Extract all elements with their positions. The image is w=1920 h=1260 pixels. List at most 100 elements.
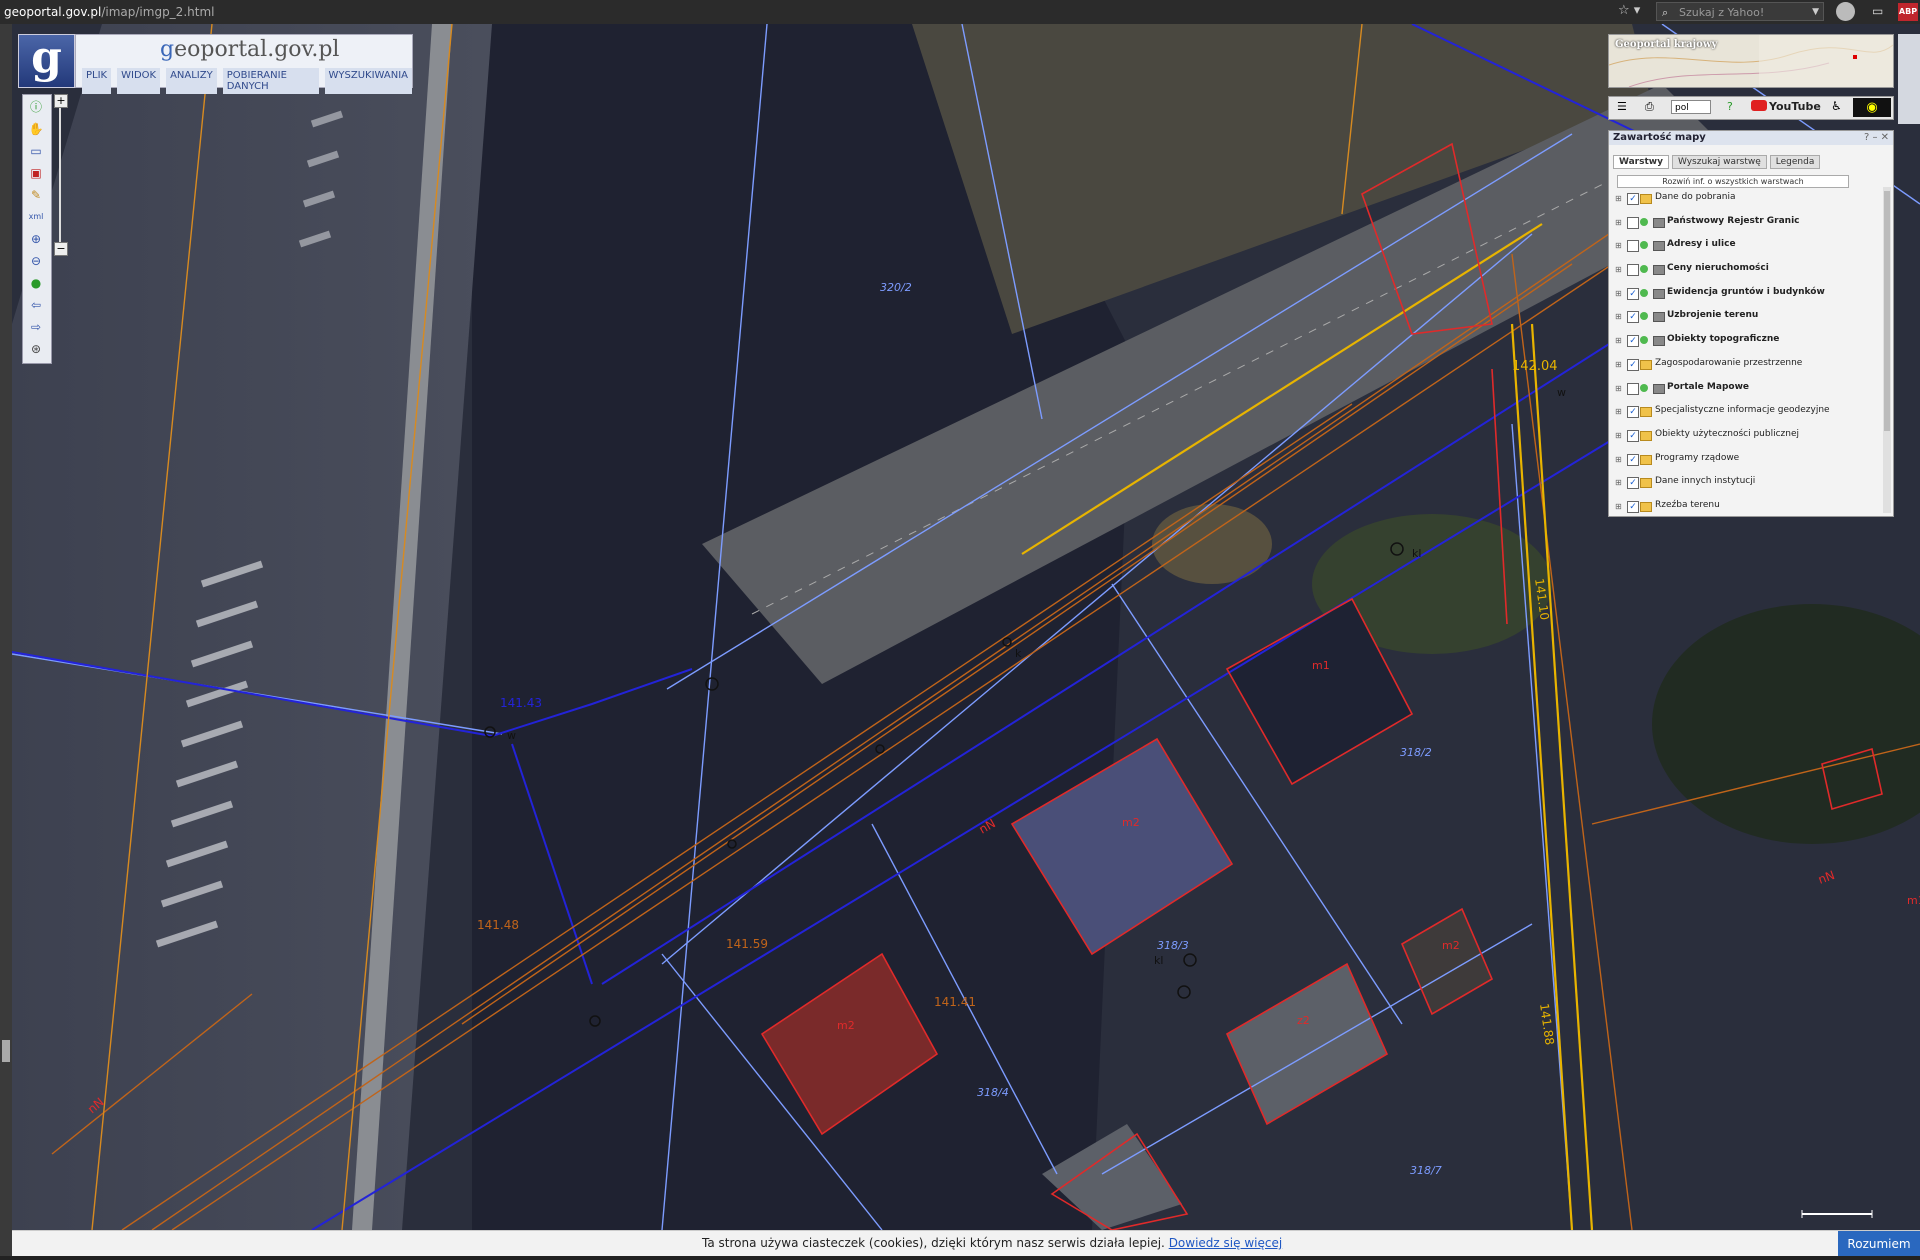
expand-all-button[interactable]: Rozwiń inf. o wszystkich warstwach [1617, 175, 1849, 188]
geoportal-logo[interactable]: g [18, 34, 75, 88]
layer-item[interactable]: ⊞ Ceny nieruchomości [1615, 260, 1875, 284]
layer-checkbox[interactable]: ✓ [1627, 500, 1639, 513]
expand-plus-icon[interactable]: ⊞ [1615, 431, 1622, 440]
layer-checkbox[interactable]: ✓ [1627, 193, 1639, 205]
browser-search-input[interactable]: ⌕ Szukaj z Yahoo! ▼ [1656, 2, 1824, 21]
layer-item[interactable]: ⊞ ✓ Uzbrojenie terenu [1615, 307, 1875, 331]
layer-checkbox[interactable]: ✓ [1627, 453, 1639, 466]
layer-checkbox[interactable]: ✓ [1627, 429, 1639, 442]
address-bar[interactable]: geoportal.gov.pl/imap/imgp_2.html [4, 5, 214, 19]
expand-plus-icon[interactable]: ⊞ [1615, 218, 1622, 227]
select-icon[interactable]: ▣ [27, 165, 45, 181]
service-status-icon [1640, 241, 1648, 250]
pan-hand-icon[interactable]: ✋ [27, 121, 45, 137]
menu-widok[interactable]: WIDOK [117, 68, 161, 94]
zoom-box-icon[interactable]: ▭ [27, 143, 45, 159]
expand-plus-icon[interactable]: ⊞ [1615, 360, 1622, 369]
zoom-slider[interactable]: + − [52, 94, 68, 256]
service-status-icon [1640, 312, 1648, 321]
youtube-link[interactable]: YouTube [1751, 100, 1821, 113]
layer-item[interactable]: ⊞ ✓ Specjalistyczne informacje geodezyjne [1615, 402, 1875, 426]
tab-warstwy[interactable]: Warstwy [1613, 155, 1669, 169]
zoom-track[interactable] [59, 108, 61, 242]
svg-text:318/4: 318/4 [977, 1086, 1009, 1099]
layer-item[interactable]: ⊞ ✓ Zagospodarowanie przestrzenne [1615, 355, 1875, 379]
chevron-down-icon[interactable]: ▼ [1812, 3, 1819, 22]
expand-plus-icon[interactable]: ⊞ [1615, 194, 1622, 203]
panel-controls[interactable]: ? – ✕ [1864, 131, 1889, 145]
layer-checkbox[interactable] [1627, 382, 1639, 395]
layer-item[interactable]: ⊞ ✓ Dane do pobrania [1615, 189, 1875, 213]
layer-checkbox[interactable] [1627, 216, 1639, 229]
extension-icon[interactable]: ▭ [1872, 4, 1883, 18]
zoom-minus-button[interactable]: − [54, 242, 68, 256]
menu-pobieranie-danych[interactable]: POBIERANIE DANYCH [222, 68, 319, 94]
layer-checkbox[interactable]: ✓ [1627, 358, 1639, 371]
print-icon[interactable]: ⎙ [1645, 100, 1654, 114]
bookmark-icon[interactable]: ☆ ▾ [1618, 3, 1640, 18]
expand-plus-icon[interactable]: ⊞ [1615, 502, 1622, 511]
language-select[interactable]: pol [1671, 100, 1711, 114]
panel-tabs: Warstwy Wyszukaj warstwę Legenda [1613, 155, 1821, 169]
layers-icon[interactable]: ☰ [1617, 100, 1627, 113]
layer-item[interactable]: ⊞ ✓ Obiekty topograficzne [1615, 331, 1875, 355]
scrollbar-thumb[interactable] [1884, 191, 1890, 431]
layer-item[interactable]: ⊞ ✓ Dane innych instytucji [1615, 473, 1875, 497]
tab-wyszukaj-warstwe[interactable]: Wyszukaj warstwę [1671, 155, 1767, 169]
menu-analizy[interactable]: ANALIZY [166, 68, 217, 94]
layer-item[interactable]: ⊞ ✓ Ewidencja gruntów i budynków [1615, 284, 1875, 308]
layer-item[interactable]: ⊞ Adresy i ulice [1615, 236, 1875, 260]
back-arrow-icon[interactable]: ⇦ [27, 297, 45, 313]
zoom-plus-button[interactable]: + [54, 94, 68, 108]
expand-plus-icon[interactable]: ⊞ [1615, 455, 1622, 464]
expand-plus-icon[interactable]: ⊞ [1615, 384, 1622, 393]
layer-item[interactable]: ⊞ ✓ Rzeźba terenu [1615, 497, 1875, 513]
expand-plus-icon[interactable]: ⊞ [1615, 407, 1622, 416]
expand-plus-icon[interactable]: ⊞ [1615, 336, 1622, 345]
layer-list-scrollbar[interactable] [1883, 187, 1891, 513]
help-icon[interactable]: ? [1727, 100, 1733, 113]
pencil-icon[interactable]: ✎ [27, 187, 45, 203]
contrast-eye-icon[interactable]: ◉ [1853, 98, 1891, 117]
menu-plik[interactable]: PLIK [82, 68, 112, 94]
side-tools-strip[interactable] [1898, 34, 1920, 124]
overview-map[interactable]: Geoportal krajowy [1608, 34, 1894, 88]
expand-plus-icon[interactable]: ⊞ [1615, 478, 1622, 487]
left-scrollbar[interactable] [0, 24, 12, 1260]
scrollbar-thumb[interactable] [2, 1040, 10, 1062]
layer-checkbox[interactable]: ✓ [1627, 406, 1639, 419]
cookie-accept-button[interactable]: Rozumiem [1838, 1231, 1920, 1257]
expand-plus-icon[interactable]: ⊞ [1615, 312, 1622, 321]
layer-checkbox[interactable]: ✓ [1627, 477, 1639, 490]
layer-item[interactable]: ⊞ Portale Mapowe [1615, 379, 1875, 403]
globe-icon[interactable]: ● [27, 275, 45, 291]
forward-arrow-icon[interactable]: ⇨ [27, 319, 45, 335]
layer-item[interactable]: ⊞ ✓ Programy rządowe [1615, 450, 1875, 474]
expand-plus-icon[interactable]: ⊞ [1615, 265, 1622, 274]
adblock-icon[interactable]: ABP [1898, 3, 1918, 21]
folder-icon [1640, 478, 1652, 489]
service-icon [1653, 265, 1665, 276]
cookie-learn-more-link[interactable]: Dowiedz się więcej [1169, 1236, 1282, 1250]
menu-wyszukiwania[interactable]: WYSZUKIWANIA [324, 68, 412, 94]
layer-checkbox[interactable]: ✓ [1627, 311, 1639, 324]
full-extent-icon[interactable]: ⊛ [27, 341, 45, 357]
folder-icon [1640, 359, 1652, 370]
zoom-in-icon[interactable]: ⊕ [27, 231, 45, 247]
profile-avatar[interactable] [1836, 2, 1855, 21]
xml-icon[interactable]: xml [27, 209, 45, 225]
info-icon[interactable]: ⓘ [27, 99, 45, 115]
expand-plus-icon[interactable]: ⊞ [1615, 241, 1622, 250]
layer-checkbox[interactable] [1627, 240, 1639, 253]
zoom-out-icon[interactable]: ⊖ [27, 253, 45, 269]
accessibility-icon[interactable]: ♿ [1831, 99, 1842, 113]
expand-plus-icon[interactable]: ⊞ [1615, 289, 1622, 298]
layer-label: Obiekty topograficzne [1667, 334, 1780, 345]
layer-checkbox[interactable]: ✓ [1627, 287, 1639, 300]
layer-checkbox[interactable] [1627, 264, 1639, 277]
tab-legenda[interactable]: Legenda [1769, 155, 1821, 169]
layer-item[interactable]: ⊞ Państwowy Rejestr Granic [1615, 213, 1875, 237]
service-status-icon [1640, 336, 1648, 345]
layer-item[interactable]: ⊞ ✓ Obiekty użyteczności publicznej [1615, 426, 1875, 450]
layer-checkbox[interactable]: ✓ [1627, 335, 1639, 348]
